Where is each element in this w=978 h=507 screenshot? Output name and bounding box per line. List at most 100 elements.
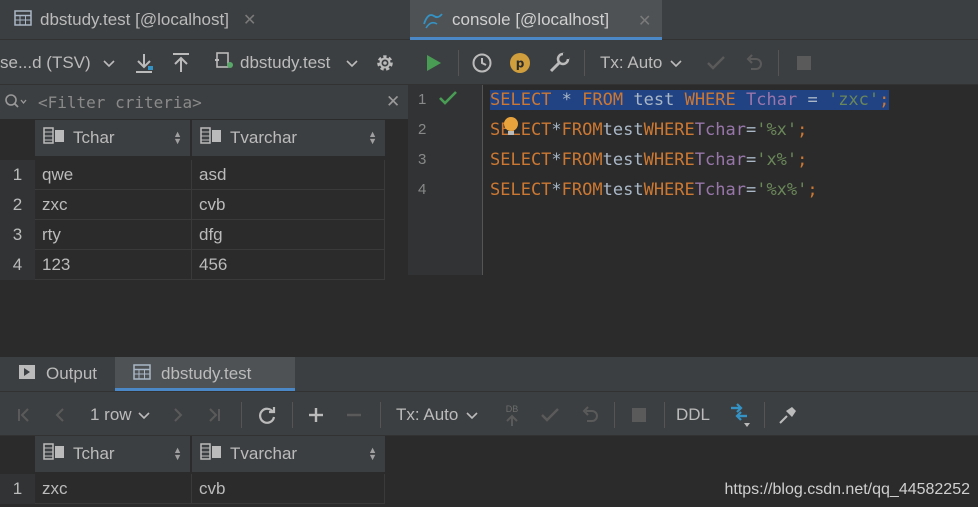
prev-page-icon[interactable] <box>48 402 72 428</box>
sort-icon[interactable]: ▲ ▼ <box>173 130 182 146</box>
row-count-dropdown[interactable]: 1 row <box>90 402 150 428</box>
code-line[interactable]: SELECT * FROM test WHERE Tchar = 'zxc'; <box>490 87 890 113</box>
row-number: 1 <box>0 160 35 190</box>
sql-keyword: SELECT <box>490 120 552 140</box>
first-page-icon[interactable] <box>12 402 36 428</box>
tab-dbstudy-test[interactable]: dbstudy.test [@localhost] ✕ <box>4 0 266 40</box>
sort-icon[interactable]: ▲ ▼ <box>173 446 182 462</box>
sort-icon[interactable]: ▲ ▼ <box>368 130 377 146</box>
sql-operator: = <box>745 150 757 170</box>
toolbar-separator <box>614 402 615 428</box>
toolbar-separator <box>292 402 293 428</box>
line-number: 1 <box>418 91 427 108</box>
column-icon <box>200 126 222 150</box>
line-number: 2 <box>418 121 427 138</box>
result-toolbar-bottom: 1 row Tx: Auto DB DDL <box>0 391 978 436</box>
sql-keyword: WHERE <box>643 150 695 170</box>
commit-icon[interactable] <box>704 50 728 76</box>
column-header-tchar[interactable]: Tchar ▲ ▼ <box>35 120 190 156</box>
stop-icon[interactable] <box>627 402 651 428</box>
datasource-selector[interactable]: dbstudy.test <box>214 50 358 75</box>
toolbar-separator <box>764 402 765 428</box>
upload-icon[interactable] <box>168 50 194 76</box>
sql-keyword: WHERE <box>684 90 736 110</box>
sql-operator: = <box>745 180 757 200</box>
sql-column: Tchar <box>694 180 746 200</box>
tab-console[interactable]: console [@localhost] ✕ <box>410 0 662 40</box>
clear-filter-icon[interactable]: ✕ <box>386 92 400 112</box>
rollback-icon[interactable] <box>578 402 602 428</box>
rollback-icon[interactable] <box>742 50 766 76</box>
refresh-icon[interactable] <box>254 402 280 428</box>
table-cell[interactable]: zxc <box>35 190 192 220</box>
code-line[interactable]: SELECT * FROM test WHERE Tchar = '%x'; <box>490 117 807 143</box>
toolbar-separator <box>380 402 381 428</box>
column-header-tvarchar[interactable]: Tvarchar ▲ ▼ <box>192 436 385 472</box>
column-header-tchar[interactable]: Tchar ▲ ▼ <box>35 436 190 472</box>
result-grid: Tchar ▲ ▼ Tvarchar ▲ ▼ 1 qwe asd 2 zxc cvb… <box>0 120 408 310</box>
column-icon <box>43 442 65 466</box>
next-page-icon[interactable] <box>166 402 190 428</box>
chevron-down-icon <box>670 53 682 73</box>
services-tab-bar: Output dbstudy.test <box>0 357 978 391</box>
close-icon[interactable]: ✕ <box>243 10 256 30</box>
sql-semicolon: ; <box>879 90 890 110</box>
sql-table: test <box>602 120 644 140</box>
tx-mode-label: Tx: Auto <box>396 405 459 424</box>
code-line[interactable]: SELECT * FROM test WHERE Tchar = '%x%'; <box>490 177 818 203</box>
tx-mode-dropdown-bottom[interactable]: Tx: Auto <box>396 402 478 428</box>
sql-string: 'x%' <box>756 150 798 170</box>
column-header-tvarchar[interactable]: Tvarchar ▲ ▼ <box>192 120 385 156</box>
table-cell[interactable]: cvb <box>192 190 385 220</box>
tab-dbstudy-test-result[interactable]: dbstudy.test <box>133 361 251 387</box>
filter-bar: <Filter criteria> ✕ <box>0 85 408 120</box>
output-icon <box>18 364 36 385</box>
table-cell[interactable]: 123 <box>35 250 192 280</box>
run-icon[interactable] <box>422 50 446 76</box>
sql-operator: * <box>561 90 572 110</box>
download-icon[interactable] <box>131 50 157 76</box>
table-cell[interactable]: 456 <box>192 250 385 280</box>
last-page-icon[interactable] <box>202 402 226 428</box>
console-toolbar: p Tx: Auto <box>408 40 978 85</box>
sort-icon[interactable]: ▲ ▼ <box>368 446 377 462</box>
panel-splitter[interactable] <box>0 310 978 357</box>
pin-icon[interactable] <box>776 402 800 428</box>
filter-input[interactable]: <Filter criteria> <box>38 93 202 112</box>
sql-editor[interactable]: 1 2 3 4 SELECT * FROM test WHERE Tchar =… <box>408 85 978 310</box>
tx-mode-dropdown[interactable]: Tx: Auto <box>600 50 682 76</box>
wrench-icon[interactable] <box>546 50 572 76</box>
toolbar-separator <box>664 402 665 428</box>
tab-title: console [@localhost] <box>452 10 610 29</box>
submit-db-icon[interactable]: DB <box>500 400 524 430</box>
tab-output[interactable]: Output <box>18 361 97 387</box>
table-cell[interactable]: cvb <box>192 474 385 504</box>
table-cell[interactable]: qwe <box>35 160 192 190</box>
editor-gutter: 1 2 3 4 <box>408 85 483 275</box>
gear-icon[interactable] <box>372 50 398 76</box>
row-number: 3 <box>0 220 35 250</box>
datasource-icon <box>214 51 234 74</box>
column-header-label: Tvarchar <box>230 444 298 463</box>
add-row-icon[interactable] <box>304 402 328 428</box>
db-label: DB <box>505 403 519 414</box>
commit-icon[interactable] <box>538 402 562 428</box>
compare-icon[interactable] <box>726 400 754 430</box>
code-line[interactable]: SELECT * FROM test WHERE Tchar = 'x%'; <box>490 147 807 173</box>
table-cell[interactable]: rty <box>35 220 192 250</box>
export-format-dropdown[interactable]: se...d (TSV) <box>0 50 115 75</box>
table-cell[interactable]: dfg <box>192 220 385 250</box>
close-icon[interactable]: ✕ <box>638 11 651 31</box>
history-icon[interactable] <box>469 50 495 76</box>
table-cell[interactable]: asd <box>192 160 385 190</box>
remove-row-icon[interactable] <box>342 402 366 428</box>
tx-mode-label: Tx: Auto <box>600 53 663 72</box>
search-icon <box>4 93 28 116</box>
sql-table: test <box>633 90 675 110</box>
ddl-button[interactable]: DDL <box>676 402 710 428</box>
table-cell[interactable]: zxc <box>35 474 192 504</box>
stop-icon[interactable] <box>792 50 816 76</box>
profile-icon[interactable]: p <box>507 50 533 76</box>
bulb-icon[interactable] <box>502 116 520 143</box>
executed-check-icon <box>438 90 458 111</box>
